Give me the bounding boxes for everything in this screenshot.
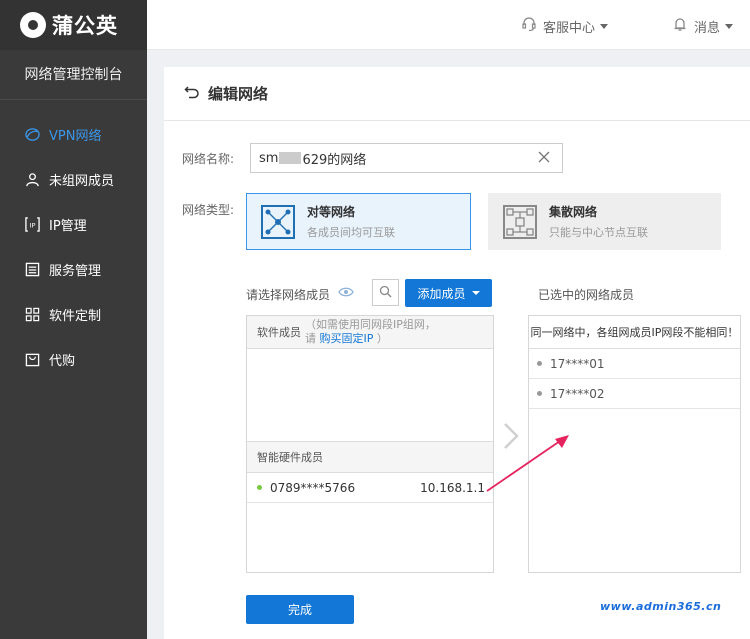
software-note-prefix: 请 (305, 332, 316, 345)
member-bullet (537, 391, 542, 396)
user-icon (24, 172, 40, 188)
type-peer-subtitle: 各成员间均可互联 (307, 226, 395, 239)
edit-network-panel: 编辑网络 网络名称: sm 629的网络 网络类型: 对等网络 各成员间均可互联 (164, 67, 750, 639)
bag-icon (24, 352, 40, 368)
hardware-member-row[interactable]: 0789****5766 10.168.1.1 (247, 473, 493, 503)
sidebar-item-ungrouped[interactable]: 未组网成员 (0, 157, 147, 202)
page-title: 编辑网络 (208, 85, 269, 103)
network-name-label: 网络名称: (182, 152, 235, 166)
service-center-dropdown[interactable]: 客服中心 (521, 16, 609, 36)
sidebar-item-label: 软件定制 (49, 309, 102, 324)
logo[interactable]: 蒲公英 (0, 0, 147, 50)
sidebar-item-custom[interactable]: 软件定制 (0, 292, 147, 337)
type-hub-title: 集散网络 (549, 205, 598, 219)
ip-icon: IP (24, 217, 40, 233)
type-hub-option[interactable]: 集散网络 只能与中心节点互联 (488, 193, 721, 250)
network-name-prefix: sm (259, 150, 279, 166)
watermark: www.admin365.cn (600, 600, 722, 613)
topbar: 客服中心 消息 (147, 0, 750, 50)
selected-member-name: 17****01 (550, 356, 605, 371)
selected-members-list: 同一网络中，各组网成员IP网段不能相同！ 17****01 17****02 (528, 315, 741, 573)
logo-icon (20, 12, 46, 38)
sidebar-item-label: 未组网成员 (49, 174, 115, 189)
messages-label: 消息 (694, 20, 721, 36)
console-title: 网络管理控制台 (0, 50, 147, 100)
sidebar-nav: VPN网络 未组网成员 IP IP管理 服务管理 软件定制 代购 (0, 112, 147, 382)
hardware-members-header: 智能硬件成员 (247, 441, 493, 473)
sidebar: 蒲公英 网络管理控制台 VPN网络 未组网成员 IP IP管理 服务管理 软件定… (0, 0, 147, 639)
software-members-note: （如需使用同网段IP组网， 请 购买固定IP ） (305, 318, 436, 346)
select-members-label: 请选择网络成员 (246, 288, 331, 302)
type-hub-subtitle: 只能与中心节点互联 (549, 226, 648, 239)
sidebar-item-vpn[interactable]: VPN网络 (0, 112, 147, 157)
clear-icon[interactable] (538, 151, 550, 167)
svg-text:IP: IP (29, 221, 35, 229)
service-center-label: 客服中心 (543, 20, 596, 36)
sidebar-item-label: IP管理 (49, 219, 87, 234)
hardware-members-title: 智能硬件成员 (257, 451, 323, 464)
hardware-member-name: 0789****5766 (270, 480, 356, 495)
type-peer-option[interactable]: 对等网络 各成员间均可互联 (246, 193, 471, 250)
masked-text (279, 152, 302, 164)
hardware-member-ip: 10.168.1.1 (420, 480, 485, 495)
network-type-label: 网络类型: (182, 203, 235, 217)
grid-icon (24, 307, 40, 323)
hub-network-icon (503, 204, 537, 239)
peer-network-icon (261, 204, 295, 239)
software-note-line1: （如需使用同网段IP组网， (305, 318, 436, 331)
software-members-title: 软件成员 (257, 326, 301, 339)
software-members-header: 软件成员 （如需使用同网段IP组网， 请 购买固定IP ） (247, 316, 493, 349)
sidebar-item-label: 服务管理 (49, 264, 102, 279)
eye-icon[interactable] (338, 286, 354, 301)
ip-segment-warning: 同一网络中，各组网成员IP网段不能相同！ (529, 316, 740, 349)
available-members-list: 软件成员 （如需使用同网段IP组网， 请 购买固定IP ） 智能硬件成员 078… (246, 315, 494, 573)
bell-icon (672, 16, 688, 36)
sidebar-item-ip[interactable]: IP IP管理 (0, 202, 147, 247)
done-label: 完成 (287, 603, 312, 617)
add-member-button[interactable]: 添加成员 (405, 279, 492, 307)
selected-member-row[interactable]: 17****02 (529, 379, 740, 409)
list-icon (24, 262, 40, 278)
chevron-right-icon[interactable] (502, 421, 520, 454)
online-status-dot (257, 485, 262, 490)
chevron-down-icon (471, 291, 480, 295)
globe-icon (24, 127, 40, 143)
type-peer-title: 对等网络 (307, 205, 356, 219)
sidebar-item-label: 代购 (49, 354, 76, 369)
member-bullet (537, 361, 542, 366)
back-icon[interactable] (184, 84, 200, 103)
logo-text: 蒲公英 (52, 14, 118, 38)
messages-dropdown[interactable]: 消息 (672, 16, 734, 36)
sidebar-item-services[interactable]: 服务管理 (0, 247, 147, 292)
selected-members-label: 已选中的网络成员 (538, 288, 635, 302)
chevron-down-icon (725, 23, 734, 29)
search-button[interactable] (372, 279, 399, 306)
add-member-label: 添加成员 (417, 286, 466, 301)
software-note-suffix: ） (376, 332, 388, 345)
selected-member-row[interactable]: 17****01 (529, 349, 740, 379)
sidebar-item-label: VPN网络 (49, 129, 102, 144)
search-icon (379, 285, 392, 301)
headset-icon (521, 16, 537, 36)
buy-fixed-ip-link[interactable]: 购买固定IP (320, 332, 374, 345)
sidebar-item-purchase[interactable]: 代购 (0, 337, 147, 382)
network-name-input[interactable]: sm 629的网络 (250, 143, 563, 173)
chevron-down-icon (600, 23, 609, 29)
done-button[interactable]: 完成 (246, 595, 354, 624)
selected-member-name: 17****02 (550, 386, 605, 401)
network-name-suffix: 629的网络 (302, 152, 367, 168)
panel-header: 编辑网络 (164, 67, 750, 121)
